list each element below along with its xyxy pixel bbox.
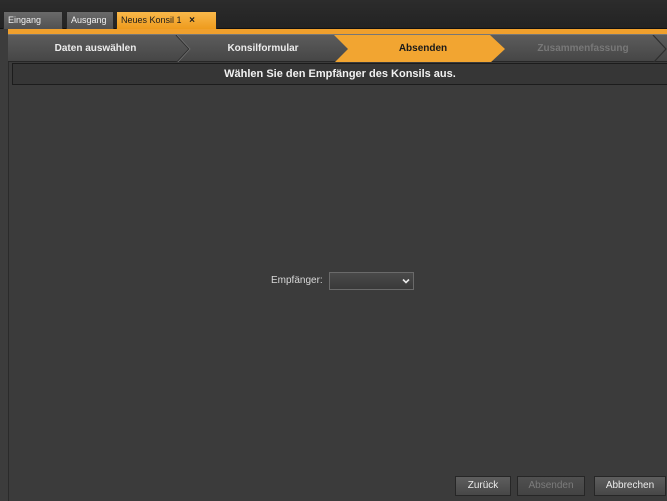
main-panel: Wählen Sie den Empfänger des Konsils aus… <box>8 62 667 501</box>
tab-label: Ausgang <box>71 15 107 25</box>
instruction-heading: Wählen Sie den Empfänger des Konsils aus… <box>12 63 667 85</box>
tab-label: Eingang <box>8 15 42 25</box>
wizard-step-absenden: Absenden <box>398 43 448 54</box>
recipient-select[interactable] <box>329 272 414 290</box>
send-button[interactable]: Absenden <box>517 476 585 496</box>
wizard-steps: Daten auswählen Konsilformular Absenden … <box>8 34 667 63</box>
tab-eingang[interactable]: Eingang <box>3 11 63 29</box>
chevron-down-icon <box>402 278 410 284</box>
tab-bar: Eingang Ausgang Neues Konsil 1 × <box>0 0 667 29</box>
back-button[interactable]: Zurück <box>455 476 511 496</box>
tab-neues-konsil[interactable]: Neues Konsil 1 × <box>116 11 217 29</box>
tab-ausgang[interactable]: Ausgang <box>66 11 114 29</box>
cancel-button[interactable]: Abbrechen <box>594 476 666 496</box>
recipient-label: Empfänger: <box>271 275 323 286</box>
wizard-step-konsilformular: Konsilformular <box>227 43 299 54</box>
wizard-step-daten-auswaehlen: Daten auswählen <box>54 43 137 54</box>
tab-label: Neues Konsil 1 <box>121 15 182 25</box>
wizard-step-zusammenfassung: Zusammenfassung <box>537 43 629 54</box>
close-icon[interactable]: × <box>189 12 195 29</box>
